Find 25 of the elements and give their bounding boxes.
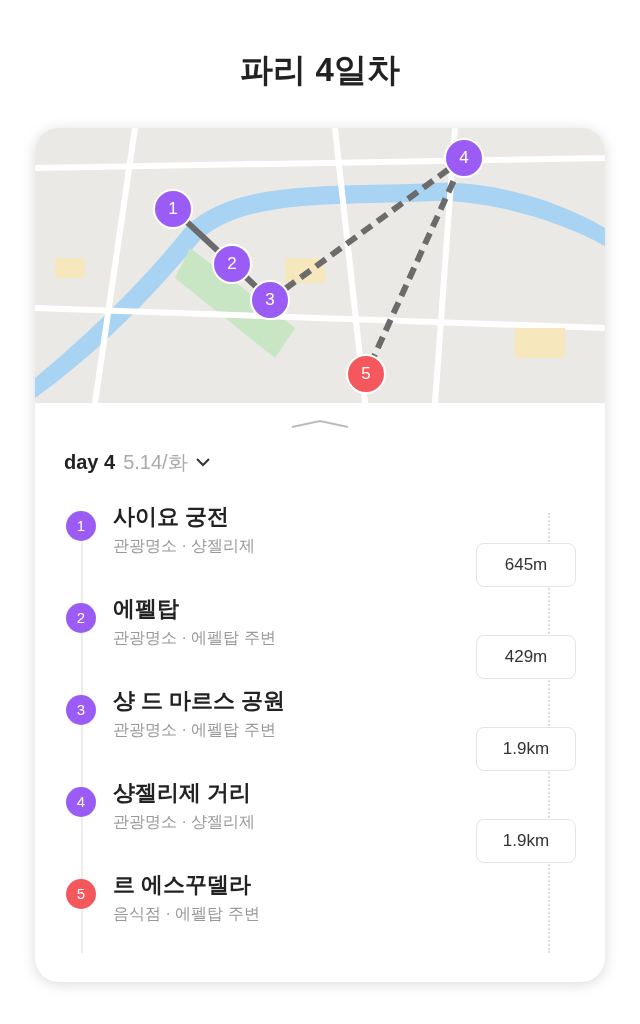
day-label: day 4 [64, 450, 116, 475]
day-date: 5.14/화 [123, 450, 188, 475]
drag-handle-icon[interactable] [290, 419, 350, 429]
place-name[interactable]: 르 에스꾸델라 [113, 869, 260, 901]
distance-tag: 1.9km [476, 819, 576, 863]
place-number: 1 [66, 511, 96, 541]
place-detail: 관광명소 · 에펠탑 주변 [113, 628, 276, 648]
place-detail: 관광명소 · 샹젤리제 [113, 812, 256, 832]
place-name[interactable]: 샹젤리제 거리 [113, 777, 256, 809]
distance-tag: 429m [476, 635, 576, 679]
chevron-down-icon [195, 457, 210, 467]
place-number: 2 [66, 603, 96, 633]
day-selector[interactable]: day 4 5.14/화 [64, 447, 210, 477]
place-detail: 관광명소 · 샹젤리제 [113, 536, 256, 556]
distance-tag: 1.9km [476, 727, 576, 771]
page-title: 파리 4일차 [240, 50, 400, 90]
place-name[interactable]: 샹 드 마르스 공원 [113, 685, 286, 717]
place-number: 4 [66, 787, 96, 817]
place-detail: 관광명소 · 에펠탑 주변 [113, 720, 277, 740]
place-name[interactable]: 사이요 궁전 [113, 501, 256, 533]
distance-tag: 645m [476, 543, 576, 587]
place-number: 3 [66, 695, 96, 725]
place-detail: 음식점 · 에펠탑 주변 [113, 904, 260, 924]
place-name[interactable]: 에펠탑 [113, 593, 276, 625]
place-number: 5 [66, 879, 96, 909]
